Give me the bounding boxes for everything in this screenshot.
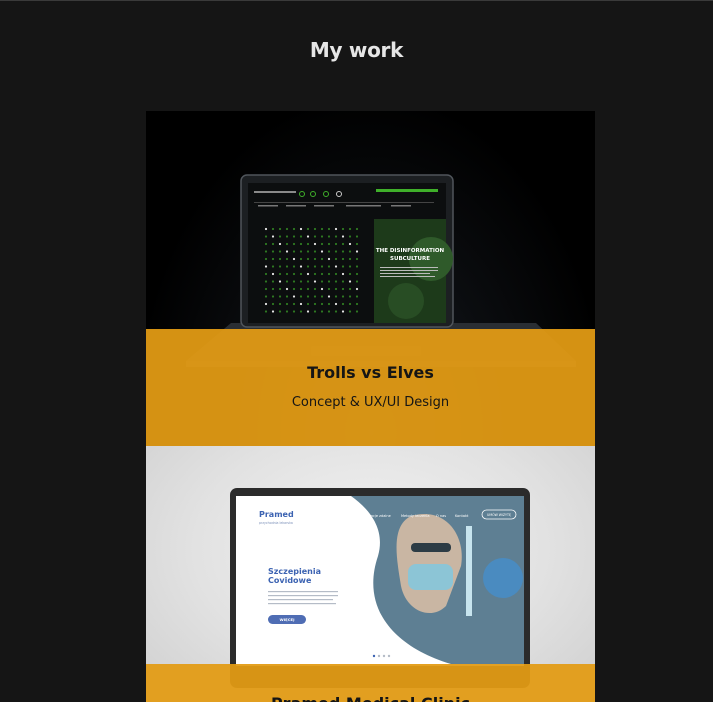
project-title: Trolls vs Elves [307, 363, 434, 382]
project-overlay: Trolls vs Elves Concept & UX/UI Design [146, 329, 595, 446]
svg-text:Metody leczenia: Metody leczenia [401, 514, 429, 518]
svg-text:Covidowe: Covidowe [268, 576, 312, 585]
project-subtitle: Concept & UX/UI Design [291, 395, 450, 410]
svg-text:O nas: O nas [436, 514, 446, 518]
project-card-pramed[interactable]: Pramed przychodnia lekarska Konsultacje … [146, 446, 595, 702]
page-title: My work [309, 38, 404, 62]
project-title: Pramed Medical Clinic [146, 694, 595, 702]
svg-text:WIĘCEJ: WIĘCEJ [280, 617, 296, 622]
top-divider [0, 0, 713, 1]
svg-text:UMÓW WIZYTĘ: UMÓW WIZYTĘ [487, 512, 511, 517]
svg-text:Pramed: Pramed [259, 510, 294, 519]
svg-text:przychodnia lekarska: przychodnia lekarska [259, 521, 293, 525]
svg-text:Szczepienia: Szczepienia [268, 567, 321, 576]
project-card-trolls-vs-elves[interactable]: THE DISINFORMATION SUBCULTURE Trolls vs … [146, 111, 595, 446]
svg-text:Konsultacje zdalne: Konsultacje zdalne [358, 514, 391, 518]
svg-text:THE DISINFORMATION: THE DISINFORMATION [376, 248, 445, 254]
project-overlay: Pramed Medical Clinic [146, 664, 595, 702]
svg-text:SUBCULTURE: SUBCULTURE [390, 256, 430, 262]
svg-text:Kontakt: Kontakt [455, 514, 469, 518]
